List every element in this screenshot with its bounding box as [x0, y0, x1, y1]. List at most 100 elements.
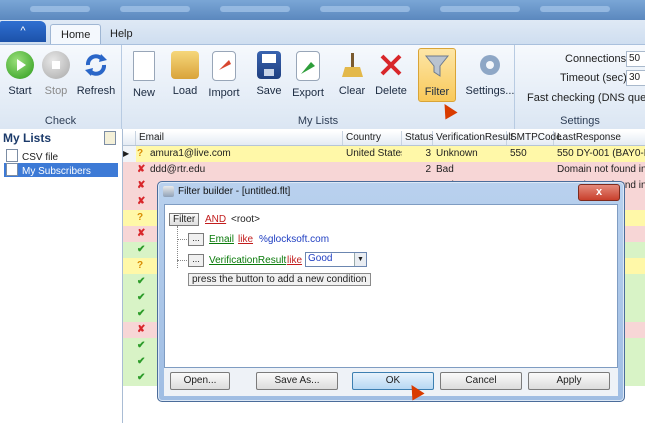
tree-line: [177, 226, 179, 268]
condition-menu-button[interactable]: ...: [188, 233, 204, 246]
dialog-title: Filter builder - [untitled.flt]: [178, 186, 291, 197]
condition-menu-button[interactable]: ...: [188, 254, 204, 267]
group-my-lists: New Load Import Save Export Clear Delete…: [122, 45, 515, 129]
cell-verification-result: Unknown: [436, 148, 478, 159]
delete-x-icon: [377, 51, 405, 79]
bad-x-icon: ✘: [137, 196, 146, 207]
import-label: Import: [208, 87, 240, 99]
table-row[interactable]: ▶? amura1@live.com United States 3 Unknown 55…: [123, 146, 645, 162]
ribbon: Start Stop Refresh Check New Load Import…: [0, 44, 645, 130]
folder-open-icon: [171, 51, 199, 79]
sidebar-item-label: CSV file: [22, 152, 59, 163]
ok-button[interactable]: OK: [352, 372, 434, 390]
condition-field-verification-result[interactable]: VerificationResult: [209, 255, 286, 266]
condition-value-dropdown[interactable]: Good ▼: [305, 252, 367, 267]
refresh-icon: [82, 51, 110, 79]
cell-email: ddd@rtr.edu: [150, 164, 206, 175]
blurred-title-text: [320, 6, 410, 12]
cell-email: amura1@live.com: [150, 148, 231, 159]
application-menu-button[interactable]: ^: [0, 21, 46, 42]
timeout-label: Timeout (sec):: [560, 72, 630, 84]
filter-button[interactable]: Filter: [418, 48, 456, 102]
bad-x-icon: ✘: [137, 228, 146, 239]
cell-status: 3: [425, 148, 431, 159]
chevron-down-icon[interactable]: ▼: [354, 253, 366, 266]
clear-button[interactable]: Clear: [336, 51, 368, 97]
cell-smtp-code: 550: [510, 148, 527, 159]
column-verification-result[interactable]: VerificationResult: [433, 131, 513, 145]
column-last-response[interactable]: LastResponse: [554, 131, 645, 145]
sidebar-item-csv-file[interactable]: CSV file: [4, 149, 118, 163]
condition-value[interactable]: %glocksoft.com: [259, 234, 329, 245]
open-button[interactable]: Open...: [170, 372, 230, 390]
unknown-question-icon: ?: [137, 260, 144, 271]
save-label: Save: [256, 85, 282, 97]
load-button[interactable]: Load: [170, 51, 200, 97]
file-icon: [6, 163, 18, 176]
stop-button[interactable]: Stop: [40, 51, 72, 97]
table-row[interactable]: ✘ ddd@rtr.edu 2 Bad Domain not found in D: [123, 162, 645, 178]
cell-last-response: Domain not found in D: [557, 164, 645, 175]
filter-root-button[interactable]: Filter: [169, 213, 200, 226]
tree-line: [177, 239, 187, 240]
group-settings-label: Settings: [560, 115, 600, 127]
root-operator-and[interactable]: AND: [205, 214, 226, 225]
unknown-question-icon: ?: [137, 212, 144, 223]
sidebar-item-my-subscribers[interactable]: My Subscribers: [4, 163, 118, 177]
export-button[interactable]: Export: [290, 51, 326, 99]
stop-label: Stop: [44, 85, 68, 97]
filter-tree-area: Filter AND <root> ... Email like %glocks…: [164, 204, 618, 368]
funnel-icon: [423, 52, 451, 80]
play-icon: [6, 51, 34, 79]
refresh-button[interactable]: Refresh: [76, 51, 116, 97]
column-email[interactable]: Email: [136, 131, 343, 145]
good-check-icon: ✔: [137, 356, 146, 367]
list-document-icon[interactable]: [104, 131, 116, 145]
delete-button[interactable]: Delete: [374, 51, 408, 97]
load-label: Load: [172, 85, 198, 97]
cell-last-response: 550 DY-001 (BAY0-M0: [557, 148, 645, 159]
delete-label: Delete: [375, 85, 407, 97]
save-button[interactable]: Save: [254, 51, 284, 97]
start-button[interactable]: Start: [4, 51, 36, 97]
timeout-input[interactable]: 30: [626, 70, 645, 86]
good-check-icon: ✔: [137, 276, 146, 287]
apply-button[interactable]: Apply: [528, 372, 610, 390]
clear-label: Clear: [338, 85, 366, 97]
broom-icon: [338, 51, 366, 79]
add-condition-hint[interactable]: press the button to add a new condition: [188, 273, 371, 286]
start-label: Start: [8, 85, 32, 97]
sidebar-item-label: My Subscribers: [22, 166, 91, 177]
condition-field-email[interactable]: Email: [209, 234, 234, 245]
save-as-button[interactable]: Save As...: [256, 372, 338, 390]
filter-builder-icon: [163, 186, 174, 197]
condition-operator-like[interactable]: like: [287, 255, 302, 266]
new-button[interactable]: New: [128, 51, 160, 99]
column-smtp-code[interactable]: SMTPCode: [507, 131, 562, 145]
good-check-icon: ✔: [137, 292, 146, 303]
good-check-icon: ✔: [137, 372, 146, 383]
column-country[interactable]: Country: [343, 131, 402, 145]
tree-line: [177, 260, 187, 261]
unknown-question-icon: ?: [137, 148, 144, 159]
condition-operator-like[interactable]: like: [238, 234, 253, 245]
blurred-title-text: [440, 6, 520, 12]
new-label: New: [132, 87, 155, 99]
blurred-title-text: [220, 6, 290, 12]
tab-home[interactable]: Home: [50, 24, 102, 45]
column-status[interactable]: Status: [402, 131, 433, 145]
row-indicator-header: [123, 131, 136, 145]
floppy-disk-icon: [257, 51, 281, 79]
grid-header: Email Country Status VerificationResult …: [123, 131, 645, 146]
close-button[interactable]: x: [578, 184, 620, 201]
my-lists-title: My Lists: [3, 131, 52, 145]
fast-checking-checkbox[interactable]: Fast checking (DNS query: [527, 92, 645, 104]
dropdown-value: Good: [308, 253, 333, 264]
import-button[interactable]: Import: [206, 51, 242, 99]
connections-input[interactable]: 50: [626, 51, 645, 67]
good-check-icon: ✔: [137, 244, 146, 255]
tab-help[interactable]: Help: [100, 24, 143, 44]
gear-icon: [476, 51, 504, 79]
cancel-button[interactable]: Cancel: [440, 372, 522, 390]
settings-button[interactable]: Settings...: [465, 51, 515, 97]
